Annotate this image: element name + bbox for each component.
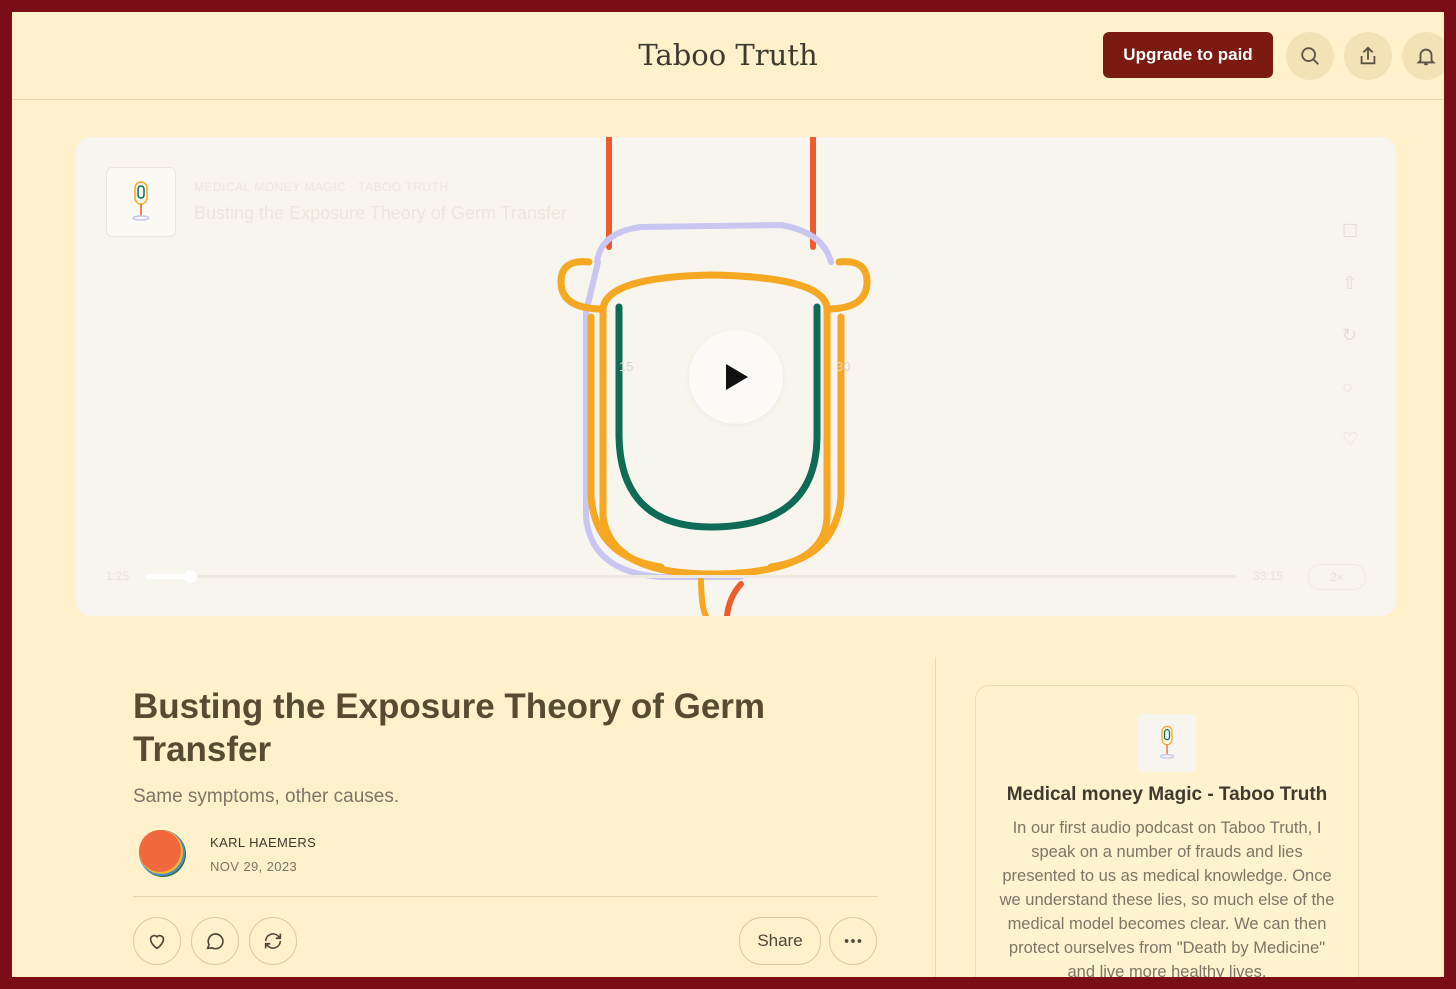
- post-title: Busting the Exposure Theory of Germ Tran…: [133, 687, 766, 769]
- share-page-button[interactable]: [1344, 32, 1392, 80]
- skip-back-label: 15: [619, 359, 634, 374]
- author-name[interactable]: KARL HAEMERS: [210, 835, 316, 850]
- playback-speed-button[interactable]: 2×: [1308, 564, 1366, 590]
- microphone-icon: [132, 181, 150, 221]
- podcast-thumbnail[interactable]: [106, 167, 176, 237]
- restack-icon: [264, 933, 282, 949]
- skip-forward-button[interactable]: 30: [836, 359, 850, 374]
- podcast-card-thumbnail[interactable]: [1138, 714, 1196, 772]
- microphone-icon: [1159, 725, 1175, 759]
- audio-player: MEDICAL MONEY MAGIC · TABOO TRUTH Bustin…: [76, 137, 1396, 616]
- progress-handle[interactable]: [184, 570, 197, 583]
- search-button[interactable]: [1286, 32, 1334, 80]
- current-time: 1:25: [106, 569, 130, 583]
- podcast-card: Medical money Magic - Taboo Truth In our…: [975, 685, 1359, 977]
- skip-forward-label: 30: [836, 359, 851, 374]
- like-button[interactable]: [133, 917, 181, 965]
- share-button[interactable]: Share: [739, 917, 821, 965]
- site-header: Taboo Truth Upgrade to paid: [12, 12, 1444, 100]
- podcast-meta[interactable]: MEDICAL MONEY MAGIC · TABOO TRUTH: [194, 180, 449, 194]
- skip-back-button[interactable]: 15: [619, 359, 633, 374]
- share-episode-icon[interactable]: ⇧: [1342, 273, 1357, 294]
- podcast-card-title[interactable]: Medical money Magic - Taboo Truth: [976, 784, 1358, 806]
- column-divider: [935, 657, 936, 977]
- comment-button[interactable]: [191, 917, 239, 965]
- post-subtitle: Same symptoms, other causes.: [133, 786, 400, 807]
- bell-icon: [1416, 48, 1436, 66]
- more-options-button[interactable]: [829, 917, 877, 965]
- comment-icon[interactable]: ○: [1342, 377, 1353, 398]
- episode-title[interactable]: Busting the Exposure Theory of Germ Tran…: [194, 203, 567, 224]
- progress-track[interactable]: [146, 575, 1236, 578]
- notifications-button[interactable]: [1402, 32, 1444, 80]
- author-avatar[interactable]: [137, 828, 187, 878]
- heart-icon: [149, 934, 165, 950]
- page: Taboo Truth Upgrade to paid MEDICAL MONE…: [12, 12, 1444, 977]
- total-time: 33:15: [1253, 569, 1284, 583]
- divider: [133, 896, 878, 897]
- upgrade-button[interactable]: Upgrade to paid: [1103, 32, 1273, 78]
- bookmark-icon[interactable]: ☐: [1342, 221, 1358, 242]
- restack-button[interactable]: [249, 917, 297, 965]
- share-icon: [1360, 46, 1376, 65]
- search-icon: [1301, 47, 1319, 65]
- play-button[interactable]: [689, 330, 783, 424]
- play-icon: [726, 364, 748, 390]
- heart-icon[interactable]: ♡: [1342, 429, 1358, 450]
- comment-icon: [206, 933, 224, 950]
- podcast-card-description: In our first audio podcast on Taboo Trut…: [999, 819, 1335, 977]
- restack-icon[interactable]: ↻: [1342, 325, 1357, 346]
- post-date: NOV 29, 2023: [210, 859, 298, 874]
- ellipsis-icon: [844, 939, 862, 943]
